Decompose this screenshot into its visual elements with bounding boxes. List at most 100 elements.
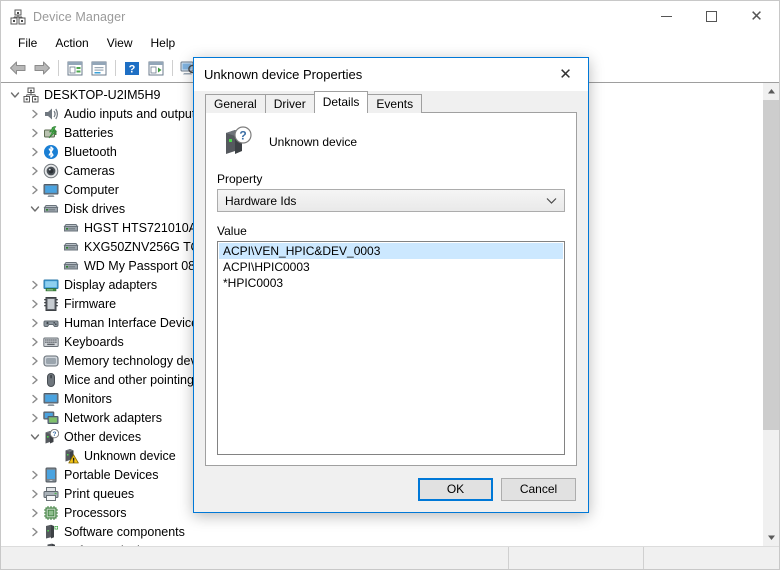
chevron-right-icon[interactable] [27,353,43,369]
forward-button[interactable] [30,57,54,79]
chevron-right-icon[interactable] [27,144,43,160]
status-bar [1,546,779,569]
status-panel-main [1,547,509,569]
menu-item-action[interactable]: Action [46,33,97,53]
chevron-right-icon[interactable] [27,277,43,293]
scrollbar-thumb[interactable] [763,100,779,431]
tab-details[interactable]: Details [313,91,369,113]
tree-item-label: Print queues [64,486,135,501]
details-tab-panel: ? Unknown device Property Hardware Ids V… [205,112,577,466]
dialog-title: Unknown device Properties [204,67,363,82]
unknown-device-warning-icon [63,448,79,464]
tree-item-label: Software devices [64,543,159,547]
tab-general[interactable]: General [205,94,266,113]
tree-item-label: Disk drives [64,201,126,216]
chevron-right-icon[interactable] [27,163,43,179]
chevron-right-icon[interactable] [27,410,43,426]
menu-item-help[interactable]: Help [142,33,185,53]
tree-item-label: Keyboards [64,334,124,349]
value-list-item[interactable]: ACPI\HPIC0003 [219,259,563,275]
show-hidden-icon [91,61,107,75]
chevron-right-icon[interactable] [27,106,43,122]
tree-vertical-scrollbar[interactable] [762,83,779,546]
forward-arrow-icon [34,61,50,75]
scroll-down-button[interactable] [763,529,779,546]
chevron-right-icon[interactable] [27,296,43,312]
dialog-close-button[interactable]: ✕ [543,58,588,89]
dialog-footer: OK Cancel [194,466,588,512]
speaker-icon [43,106,59,122]
tab-driver[interactable]: Driver [264,94,315,113]
scroll-up-button[interactable] [763,83,779,100]
software-device-icon [43,543,59,546]
tab-events[interactable]: Events [367,94,423,113]
chevron-down-icon[interactable] [7,87,23,103]
toolbar-separator-2 [115,60,116,76]
tree-item-label: Human Interface Devices [64,315,205,330]
title-bar: Device Manager ✕ [1,1,779,32]
software-component-icon [43,524,59,540]
minimize-icon [661,16,672,17]
minimize-button[interactable] [644,1,689,32]
tree-item-label: Audio inputs and outputs [64,106,202,121]
ok-button[interactable]: OK [418,477,493,501]
chevron-right-icon[interactable] [27,486,43,502]
svg-text:?: ? [129,63,136,75]
menu-item-file[interactable]: File [9,33,46,53]
chevron-right-icon[interactable] [27,182,43,198]
property-select[interactable]: Hardware Ids [217,189,565,212]
network-adapter-icon [43,410,59,426]
tree-item-label: Cameras [64,163,115,178]
show-hidden-devices-button[interactable] [87,57,111,79]
chevron-right-icon[interactable] [27,125,43,141]
chevron-right-icon[interactable] [27,505,43,521]
chevron-down-icon[interactable] [27,201,43,217]
property-selected-value: Hardware Ids [225,193,297,208]
back-arrow-icon [10,61,26,75]
computer-root-icon [23,87,39,103]
tree-item[interactable]: Software components [1,522,762,541]
firmware-icon [43,296,59,312]
back-button[interactable] [6,57,30,79]
chevron-right-icon[interactable] [27,543,43,547]
cancel-button[interactable]: Cancel [501,477,576,501]
tree-item[interactable]: Software devices [1,541,762,546]
close-button[interactable]: ✕ [734,1,779,32]
chevron-right-icon[interactable] [27,524,43,540]
tree-item-label: Processors [64,505,127,520]
chevron-right-icon[interactable] [27,467,43,483]
tree-item-label: DESKTOP-U2IM5H9 [44,87,161,102]
status-panel-2 [509,547,644,569]
chevron-down-icon[interactable] [27,429,43,445]
value-list-item[interactable]: ACPI\VEN_HPIC&DEV_0003 [219,243,563,259]
dialog-tab-strip: General Driver Details Events [205,91,577,113]
unknown-device-icon: ? [221,126,253,158]
toolbar-separator-1 [58,60,59,76]
processor-icon [43,505,59,521]
chevron-right-icon[interactable] [27,315,43,331]
value-listbox[interactable]: ACPI\VEN_HPIC&DEV_0003 ACPI\HPIC0003 *HPIC… [217,241,565,455]
help-button[interactable]: ? [120,57,144,79]
update-driver-button[interactable] [144,57,168,79]
tree-item-label: Firmware [64,296,117,311]
menu-bar: File Action View Help [1,32,779,54]
chevron-right-icon[interactable] [27,334,43,350]
tree-item-label: Bluetooth [64,144,117,159]
bluetooth-icon [43,144,59,160]
chevron-right-icon[interactable] [27,391,43,407]
camera-icon [43,163,59,179]
keyboard-icon [43,334,59,350]
disk-drive-icon [63,258,79,274]
window-controls: ✕ [644,1,779,32]
mouse-icon [43,372,59,388]
value-list-item[interactable]: *HPIC0003 [219,275,563,291]
svg-text:?: ? [239,129,246,143]
portable-device-icon [43,467,59,483]
chevron-right-icon[interactable] [27,372,43,388]
menu-item-view[interactable]: View [98,33,142,53]
properties-button[interactable] [63,57,87,79]
maximize-button[interactable] [689,1,734,32]
window-title: Device Manager [33,9,126,24]
